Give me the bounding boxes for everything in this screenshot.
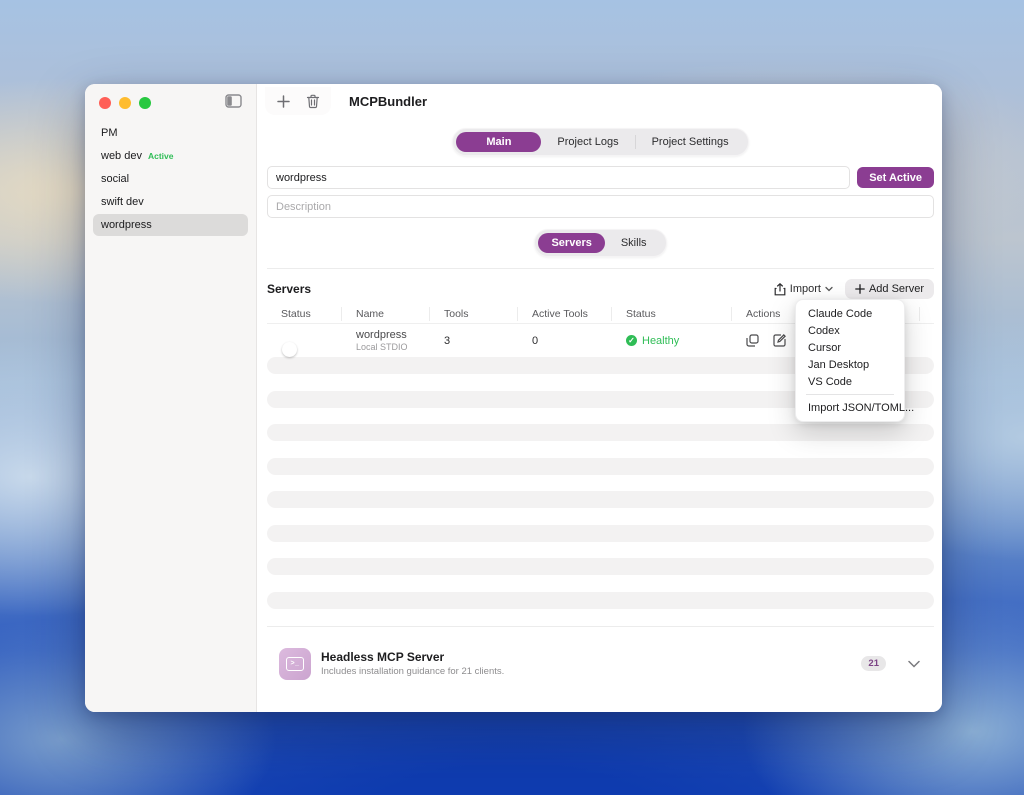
plus-icon [855,284,865,294]
tab-servers[interactable]: Servers [538,233,604,253]
sidebar-item-label: PM [101,122,118,144]
sidebar-item-label: swift dev [101,191,144,213]
minimize-window-button[interactable] [119,97,131,109]
servers-heading: Servers [267,282,311,296]
col-status-toggle: Status [267,307,342,321]
expand-chevron-icon[interactable] [908,660,920,668]
tab-skills[interactable]: Skills [605,233,663,253]
skeleton-row [267,525,934,542]
col-tools: Tools [430,307,518,321]
server-active-tools-count: 0 [518,335,612,347]
headless-mcp-subtitle: Includes installation guidance for 21 cl… [321,666,851,677]
menu-item-cursor[interactable]: Cursor [796,339,904,356]
close-window-button[interactable] [99,97,111,109]
menu-item-import-json-toml[interactable]: Import JSON/TOML... [796,399,904,416]
main-tabs: Main Project Logs Project Settings [452,128,748,156]
project-name-input[interactable] [267,166,850,189]
menu-item-jan-desktop[interactable]: Jan Desktop [796,356,904,373]
server-tools-count: 3 [430,335,518,347]
share-icon [774,283,786,296]
col-status: Status [612,307,732,321]
col-name: Name [342,307,430,321]
sidebar-item-social[interactable]: social [93,168,248,190]
sidebar-item-pm[interactable]: PM [93,122,248,144]
headless-mcp-texts: Headless MCP Server Includes installatio… [321,650,851,677]
sidebar-item-swift-dev[interactable]: swift dev [93,191,248,213]
footer-divider [267,626,934,627]
tab-project-logs[interactable]: Project Logs [541,132,634,152]
add-server-button-label: Add Server [869,283,924,295]
menu-item-vs-code[interactable]: VS Code [796,373,904,390]
traffic-lights [99,97,151,109]
project-list: PM web dev Active social swift dev wordp… [93,122,248,237]
tab-main[interactable]: Main [456,132,541,152]
chevron-down-icon [825,286,833,292]
server-status-cell: ✓ Healthy [612,335,732,347]
client-count-badge: 21 [861,656,886,671]
section-divider [267,268,934,269]
sidebar-item-wordpress[interactable]: wordpress [93,214,248,236]
sidebar-item-label: social [101,168,129,190]
server-status-label: Healthy [642,335,679,347]
skeleton-row [267,491,934,508]
add-project-button[interactable] [271,89,295,113]
toolbar-button-group [265,87,331,115]
healthy-check-icon: ✓ [626,335,637,346]
import-button-label: Import [790,283,821,295]
active-badge: Active [148,145,174,167]
set-active-button[interactable]: Set Active [857,167,934,188]
sidebar-toggle-icon[interactable] [225,94,242,108]
menu-item-codex[interactable]: Codex [796,322,904,339]
menu-separator [806,394,894,395]
window-title: MCPBundler [349,94,427,109]
server-name: wordpress [356,329,430,341]
sidebar: PM web dev Active social swift dev wordp… [85,84,257,712]
import-button[interactable]: Import [768,281,839,298]
terminal-icon: >_ [279,648,311,680]
skeleton-row [267,592,934,609]
skeleton-row [267,458,934,475]
server-name-cell: wordpress Local STDIO [342,329,430,352]
col-active-tools: Active Tools [518,307,612,321]
headless-mcp-title: Headless MCP Server [321,650,851,664]
server-type: Local STDIO [356,342,430,352]
tab-project-settings[interactable]: Project Settings [636,132,745,152]
zoom-window-button[interactable] [139,97,151,109]
headless-mcp-card[interactable]: >_ Headless MCP Server Includes installa… [267,636,934,692]
sub-tabs: Servers Skills [534,229,666,257]
sidebar-item-label: wordpress [101,214,152,236]
trash-icon[interactable] [301,89,325,113]
skeleton-row [267,558,934,575]
add-server-button[interactable]: Add Server [845,279,934,299]
edit-icon[interactable] [773,334,786,347]
description-input[interactable] [267,195,934,218]
main-panel: MCPBundler Main Project Logs Project Set… [257,84,942,712]
app-window: PM web dev Active social swift dev wordp… [85,84,942,712]
menu-item-claude-code[interactable]: Claude Code [796,305,904,322]
toolbar: MCPBundler [257,84,942,118]
skeleton-row [267,424,934,441]
sidebar-item-web-dev[interactable]: web dev Active [93,145,248,167]
import-dropdown-menu: Claude Code Codex Cursor Jan Desktop VS … [795,299,905,422]
copy-icon[interactable] [746,334,759,347]
sidebar-item-label: web dev [101,145,142,167]
